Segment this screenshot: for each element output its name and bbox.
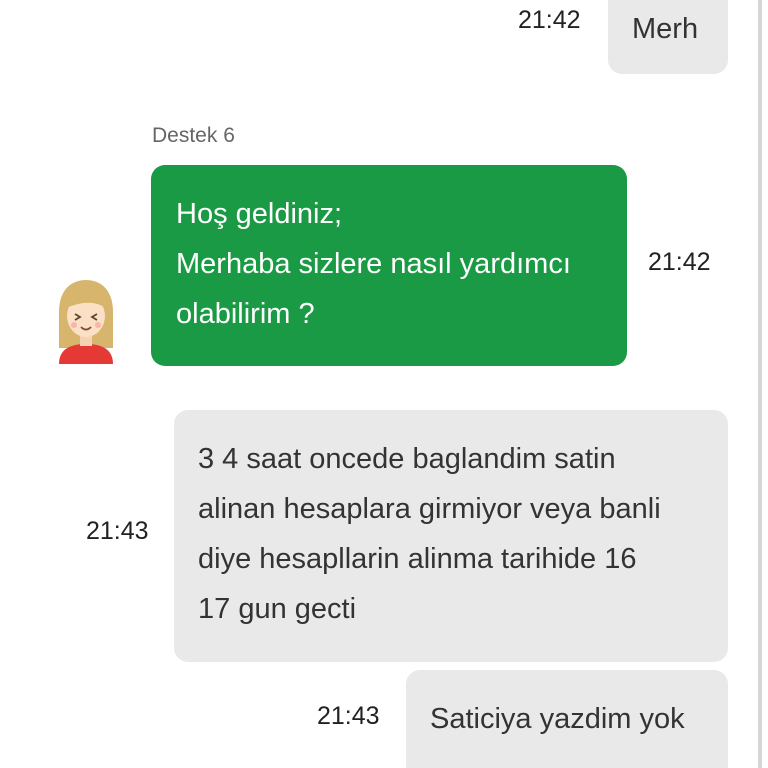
message-text-line: 17 gun gecti (198, 593, 357, 625)
message-time: 21:42 (648, 248, 711, 276)
chat-screen: 21:42 Merh Destek 6 Hoş geldiniz; Merhab… (0, 0, 768, 768)
message-text-line: 3 4 saat oncede baglandim satin (198, 443, 616, 475)
message-text-line: Saticiya yazdim yok (430, 703, 685, 735)
message-text-line: diye hesapllarin alinma tarihide 16 (198, 543, 637, 575)
message-time: 21:42 (518, 6, 581, 34)
outgoing-message-bubble[interactable]: Merh (608, 0, 728, 74)
message-text-line: Merhaba sizlere nasıl yardımcı (176, 248, 571, 280)
sender-name: Destek 6 (152, 124, 235, 147)
message-text-line: alinan hesaplara girmiyor veya banli (198, 493, 661, 525)
message-time: 21:43 (86, 517, 149, 545)
outgoing-message-bubble[interactable]: 3 4 saat oncede baglandim satin alinan h… (174, 410, 728, 662)
agent-avatar-icon (55, 278, 117, 364)
scrollbar[interactable] (758, 0, 762, 768)
message-time: 21:43 (317, 702, 380, 730)
message-text-line: Merh (632, 13, 699, 45)
message-text-line: olabilirim ? (176, 298, 315, 330)
incoming-message-bubble[interactable]: Hoş geldiniz; Merhaba sizlere nasıl yard… (151, 165, 627, 366)
message-text-line: Hoş geldiniz; (176, 198, 343, 230)
outgoing-message-bubble[interactable]: Saticiya yazdim yok (406, 670, 728, 768)
